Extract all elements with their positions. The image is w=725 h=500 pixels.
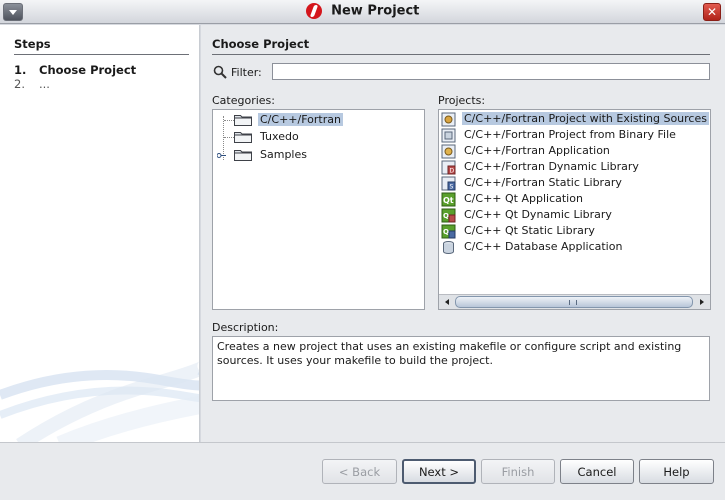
finish-button[interactable]: Finish: [481, 459, 555, 484]
list-item-label: C/C++/Fortran Dynamic Library: [464, 160, 639, 173]
list-item[interactable]: Q C/C++ Qt Dynamic Library: [439, 207, 710, 223]
close-icon[interactable]: ✕: [703, 3, 721, 21]
list-item[interactable]: C/C++/Fortran Project from Binary File: [439, 127, 710, 143]
list-item[interactable]: C/C++/Fortran Project with Existing Sour…: [439, 111, 710, 127]
folder-icon: [234, 132, 252, 143]
svg-text:Q: Q: [443, 228, 449, 236]
categories-label: Categories:: [212, 94, 275, 107]
expand-toggle-icon[interactable]: [217, 153, 226, 158]
dynamic-library-icon: D: [441, 160, 456, 175]
svg-text:Qt: Qt: [443, 196, 454, 205]
decorative-swoosh: [0, 361, 199, 442]
svg-text:Q: Q: [443, 212, 449, 220]
page-title: Choose Project: [212, 37, 710, 55]
list-item-label: C/C++/Fortran Static Library: [464, 176, 622, 189]
step-label: ...: [39, 77, 50, 91]
search-icon: [213, 65, 227, 79]
step-number: 2.: [14, 77, 25, 91]
list-item-label: C/C++/Fortran Project from Binary File: [464, 128, 676, 141]
tree-item-cpp-fortran[interactable]: C/C++/Fortran: [213, 112, 424, 129]
tree-connector: [224, 137, 234, 138]
cancel-button[interactable]: Cancel: [560, 459, 634, 484]
steps-panel: Steps 1. Choose Project 2....: [0, 25, 200, 442]
tree-item-tuxedo[interactable]: Tuxedo: [213, 129, 424, 146]
step-item-choose-project: 1. Choose Project: [14, 63, 136, 77]
main-content: Choose Project Filter: Categories: Proje…: [201, 25, 725, 442]
window-title: New Project: [331, 3, 420, 19]
qt-application-icon: Qt: [441, 192, 456, 207]
list-item[interactable]: D C/C++/Fortran Dynamic Library: [439, 159, 710, 175]
project-existing-sources-icon: [441, 112, 456, 127]
scrollbar-grip: [569, 300, 577, 305]
filter-input[interactable]: [272, 63, 710, 80]
list-item[interactable]: S C/C++/Fortran Static Library: [439, 175, 710, 191]
svg-text:D: D: [450, 168, 455, 175]
title-bar: New Project ✕: [0, 0, 725, 24]
window-title-wrap: New Project: [0, 3, 725, 19]
step-label: Choose Project: [39, 63, 137, 77]
project-binary-icon: [441, 128, 456, 143]
list-item-label: C/C++ Qt Static Library: [464, 224, 595, 237]
tree-item-label: Tuxedo: [260, 130, 299, 143]
application-icon: [441, 144, 456, 159]
scroll-left-icon[interactable]: [441, 296, 454, 308]
description-label: Description:: [212, 321, 279, 334]
scroll-right-icon[interactable]: [695, 296, 708, 308]
database-icon: [443, 241, 454, 254]
folder-icon: [234, 115, 252, 126]
svg-text:S: S: [450, 184, 454, 191]
tree-item-samples[interactable]: Samples: [213, 147, 424, 164]
list-item[interactable]: C/C++/Fortran Application: [439, 143, 710, 159]
list-item[interactable]: Qt C/C++ Qt Application: [439, 191, 710, 207]
list-item-label: C/C++ Database Application: [464, 240, 623, 253]
button-bar: < Back Next > Finish Cancel Help: [0, 442, 725, 500]
projects-label: Projects:: [438, 94, 486, 107]
horizontal-scrollbar[interactable]: [439, 294, 710, 309]
steps-title: Steps: [14, 37, 189, 55]
scrollbar-thumb[interactable]: [455, 296, 693, 308]
list-item[interactable]: Q C/C++ Qt Static Library: [439, 223, 710, 239]
description-text: Creates a new project that uses an exist…: [212, 336, 710, 401]
folder-icon: [234, 150, 252, 161]
list-item-label: C/C++/Fortran Project with Existing Sour…: [462, 112, 709, 125]
qt-static-library-icon: Q: [441, 224, 456, 239]
tree-item-label: Samples: [260, 148, 307, 161]
qt-dynamic-library-icon: Q: [441, 208, 456, 223]
list-item-label: C/C++/Fortran Application: [464, 144, 610, 157]
back-button[interactable]: < Back: [322, 459, 397, 484]
next-button[interactable]: Next >: [402, 459, 476, 484]
categories-tree[interactable]: C/C++/Fortran Tuxedo Samples: [212, 109, 425, 310]
tree-connector: [224, 120, 234, 121]
step-number: 1.: [14, 63, 27, 77]
step-item-next: 2....: [14, 77, 50, 91]
list-item-label: C/C++ Qt Dynamic Library: [464, 208, 612, 221]
static-library-icon: S: [441, 176, 456, 191]
help-button[interactable]: Help: [639, 459, 714, 484]
filter-label: Filter:: [231, 66, 262, 79]
list-item[interactable]: C/C++ Database Application: [439, 239, 710, 255]
list-item-label: C/C++ Qt Application: [464, 192, 583, 205]
app-logo-icon: [305, 3, 322, 19]
projects-list[interactable]: C/C++/Fortran Project with Existing Sour…: [438, 109, 711, 310]
tree-item-label: C/C++/Fortran: [258, 113, 343, 126]
